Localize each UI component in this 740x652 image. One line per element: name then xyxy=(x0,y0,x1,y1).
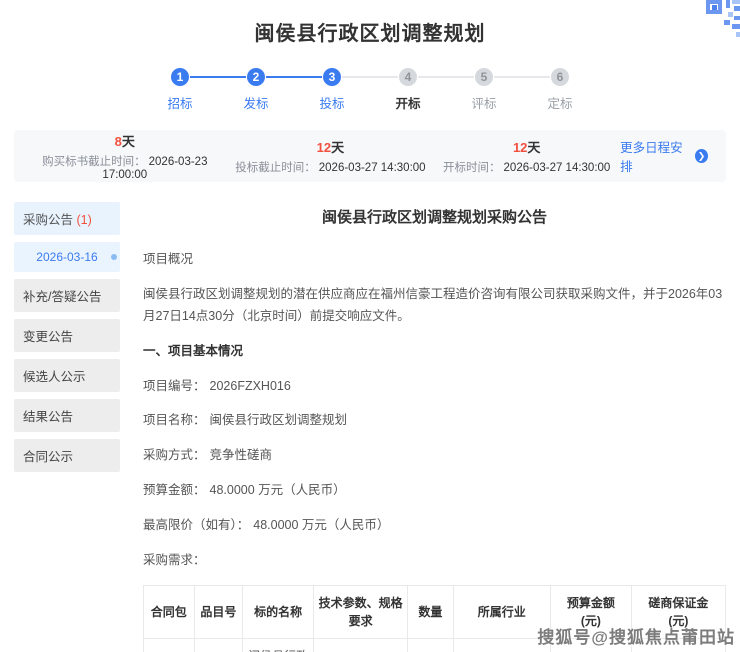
active-dot-icon xyxy=(111,254,117,260)
column-header: 技术参数、规格要求 xyxy=(314,585,408,638)
days-remaining: 12天 xyxy=(228,137,434,156)
cell-industry: 其他未列明行业 xyxy=(453,638,550,652)
schedule-label: 购买标书截止时间： xyxy=(42,156,146,168)
schedule-value: 2026-03-27 14:30:00 xyxy=(319,162,426,174)
cell-item-number: 1-1 xyxy=(194,638,243,652)
column-header: 品目号 xyxy=(194,585,243,638)
qr-code-corner-icon[interactable] xyxy=(688,0,740,44)
step-label: 招标 xyxy=(142,93,218,112)
step-opening[interactable]: 4 开标 xyxy=(370,68,446,112)
column-header: 数量 xyxy=(408,585,454,638)
step-label: 开标 xyxy=(370,93,446,112)
field-budget-amount: 预算金额：48.0000 万元（人民币） xyxy=(143,480,726,502)
step-circle: 3 xyxy=(323,68,341,86)
step-circle: 6 xyxy=(551,68,569,86)
schedule-label: 投标截止时间： xyxy=(235,162,316,174)
schedule-item-purchase-deadline: 8天 购买标书截止时间：2026-03-23 17:00:00 xyxy=(22,131,228,181)
sidebar-item-result-announcement[interactable]: 结果公告 xyxy=(14,399,120,432)
sidebar-item-label: 采购公告 xyxy=(23,213,73,227)
step-evaluation[interactable]: 5 评标 xyxy=(446,68,522,112)
overview-text: 闽侯县行政区划调整规划的潜在供应商应在福州信豪工程造价咨询有限公司获取采购文件，… xyxy=(143,284,726,328)
schedule-value: 2026-03-27 14:30:00 xyxy=(504,162,611,174)
field-project-number: 项目编号：2026FZXH016 xyxy=(143,376,726,398)
step-issue[interactable]: 2 发标 xyxy=(218,68,294,112)
cell-contract-package: 1 xyxy=(144,638,195,652)
watermark: 搜狐号@搜狐焦点莆田站 xyxy=(537,623,735,648)
column-header: 合同包 xyxy=(144,585,195,638)
sidebar-item-purchase-announcement[interactable]: 采购公告 (1) xyxy=(14,202,120,235)
sidebar-item-candidate-publicity[interactable]: 候选人公示 xyxy=(14,359,120,392)
step-label: 发标 xyxy=(218,93,294,112)
step-circle: 1 xyxy=(171,68,189,86)
cell-tech-specs: 详见第三章《招标内容及要求》 xyxy=(314,638,408,652)
more-schedule-link[interactable]: 更多日程安排 ❯ xyxy=(620,137,708,175)
field-procurement-method: 采购方式：竞争性磋商 xyxy=(143,445,726,467)
step-label: 定标 xyxy=(522,93,598,112)
page-title: 闽侯县行政区划调整规划 xyxy=(0,0,740,46)
field-max-price: 最高限价（如有）：48.0000 万元（人民币） xyxy=(143,515,726,537)
schedule-label: 开标时间： xyxy=(443,162,501,174)
column-header: 所属行业 xyxy=(453,585,550,638)
step-circle: 4 xyxy=(399,68,417,86)
demand-label: 采购需求： xyxy=(143,550,726,572)
sidebar-item-supplement-announcement[interactable]: 补充/答疑公告 xyxy=(14,279,120,312)
sidebar-subitem-label: 2026-03-16 xyxy=(36,250,97,264)
schedule-bar: 8天 购买标书截止时间：2026-03-23 17:00:00 12天 投标截止… xyxy=(14,130,726,182)
days-remaining: 12天 xyxy=(433,137,620,156)
cell-quantity: 1项 xyxy=(408,638,454,652)
field-project-name: 项目名称：闽侯县行政区划调整规划 xyxy=(143,410,726,432)
step-award[interactable]: 6 定标 xyxy=(522,68,598,112)
schedule-item-bid-deadline: 12天 投标截止时间：2026-03-27 14:30:00 xyxy=(228,137,434,175)
step-submit[interactable]: 3 投标 xyxy=(294,68,370,112)
more-schedule-label: 更多日程安排 xyxy=(620,137,690,175)
step-circle: 2 xyxy=(247,68,265,86)
chevron-right-icon: ❯ xyxy=(695,149,708,163)
schedule-item-opening-time: 12天 开标时间：2026-03-27 14:30:00 xyxy=(433,137,620,175)
sidebar: 采购公告 (1) 2026-03-16 补充/答疑公告 变更公告 候选人公示 结… xyxy=(14,202,120,652)
procurement-page: 闽侯县行政区划调整规划 1 招标 2 发标 3 投标 4 开标 xyxy=(0,0,740,652)
step-bidding[interactable]: 1 招标 xyxy=(142,68,218,112)
days-remaining: 8天 xyxy=(22,131,228,150)
announcement-count-badge: (1) xyxy=(77,213,92,227)
sidebar-item-contract-publicity[interactable]: 合同公示 xyxy=(14,439,120,472)
progress-stepper: 1 招标 2 发标 3 投标 4 开标 5 评标 6 定标 xyxy=(142,68,598,112)
section-basic-info-title: 一、项目基本情况 xyxy=(143,341,726,363)
sidebar-subitem-date[interactable]: 2026-03-16 xyxy=(14,242,120,272)
announcement-content: 闽侯县行政区划调整规划采购公告 项目概况 闽侯县行政区划调整规划的潜在供应商应在… xyxy=(143,202,726,652)
step-label: 投标 xyxy=(294,93,370,112)
step-circle: 5 xyxy=(475,68,493,86)
content-area: 采购公告 (1) 2026-03-16 补充/答疑公告 变更公告 候选人公示 结… xyxy=(14,202,726,652)
overview-label: 项目概况 xyxy=(143,249,726,271)
column-header: 标的名称 xyxy=(243,585,314,638)
step-label: 评标 xyxy=(446,93,522,112)
cell-subject-name: 闽侯县行政区划调整规划 xyxy=(243,638,314,652)
sidebar-item-change-announcement[interactable]: 变更公告 xyxy=(14,319,120,352)
announcement-title: 闽侯县行政区划调整规划采购公告 xyxy=(143,206,726,227)
